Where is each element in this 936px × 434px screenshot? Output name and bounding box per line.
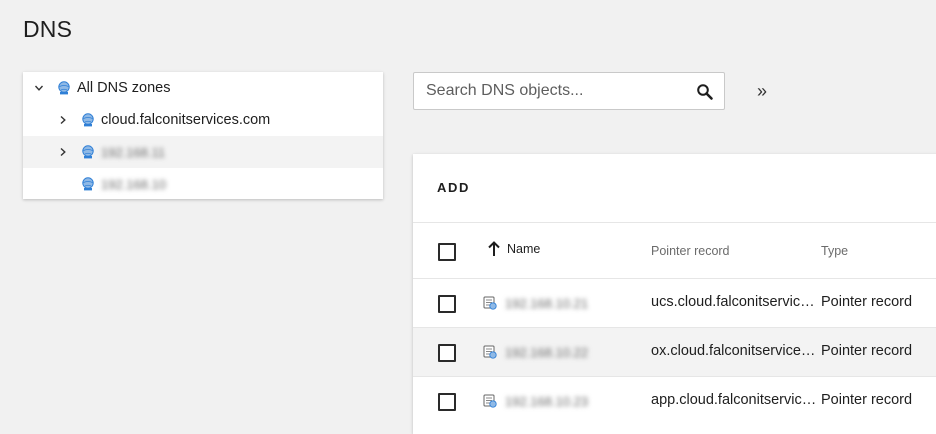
record-name: 192.168.10.21 (505, 296, 589, 311)
tree-item-reverse-zone-1[interactable]: 192.168.11 (23, 136, 383, 168)
search-box (413, 72, 725, 110)
column-header-type[interactable]: Type (821, 244, 848, 258)
expand-panel-button[interactable]: » (752, 80, 772, 102)
row-checkbox[interactable] (438, 295, 456, 313)
record-type: Pointer record (821, 392, 913, 408)
dns-zone-icon (82, 113, 94, 127)
search-icon[interactable] (696, 83, 714, 101)
column-header-pointer-record[interactable]: Pointer record (651, 244, 730, 258)
record-pointer: ox.cloud.falconitservices.com (651, 343, 819, 359)
dns-zone-tree: All DNS zones cloud.falconitservices.com… (23, 72, 383, 199)
pointer-record-icon (483, 345, 497, 359)
table-row[interactable]: 192.168.10.21 ucs.cloud.falconitservices… (413, 278, 936, 327)
record-name: 192.168.10.23 (505, 394, 589, 409)
chevron-right-icon[interactable] (58, 147, 68, 157)
record-name: 192.168.10.22 (505, 345, 589, 360)
chevron-right-icon[interactable] (58, 115, 68, 125)
record-type: Pointer record (821, 343, 913, 359)
dns-records-grid: ADD Name Pointer record Type 192.168.10.… (413, 154, 936, 434)
column-header-label: Name (507, 242, 541, 256)
sort-ascending-icon[interactable] (487, 241, 501, 257)
tree-item-reverse-zone-2[interactable]: 192.168.10 (23, 168, 383, 200)
tree-item-label: cloud.falconitservices.com (101, 112, 271, 128)
tree-item-label: All DNS zones (77, 80, 171, 96)
search-input[interactable] (426, 82, 686, 100)
select-all-checkbox[interactable] (438, 243, 456, 261)
pointer-record-icon (483, 296, 497, 310)
record-pointer: app.cloud.falconitservices.com (651, 392, 819, 408)
dns-zone-icon (82, 177, 94, 191)
dns-zone-icon (82, 145, 94, 159)
record-type: Pointer record (821, 294, 913, 310)
chevron-down-icon[interactable] (34, 83, 44, 93)
pointer-record-icon (483, 394, 497, 408)
table-row[interactable]: 192.168.10.23 app.cloud.falconitservices… (413, 376, 936, 425)
page-title: DNS (23, 16, 73, 42)
record-pointer: ucs.cloud.falconitservices.com (651, 294, 819, 310)
table-row[interactable]: 192.168.10.22 ox.cloud.falconitservices.… (413, 327, 936, 376)
tree-item-label: 192.168.10 (101, 176, 167, 192)
row-checkbox[interactable] (438, 393, 456, 411)
grid-header: Name Pointer record Type (413, 222, 936, 279)
dns-zone-icon (58, 81, 70, 95)
tree-item-cloud-zone[interactable]: cloud.falconitservices.com (23, 104, 383, 136)
row-checkbox[interactable] (438, 344, 456, 362)
add-button[interactable]: ADD (437, 180, 470, 195)
tree-item-all-dns-zones[interactable]: All DNS zones (23, 72, 383, 104)
tree-item-label: 192.168.11 (101, 144, 166, 160)
column-header-name[interactable]: Name (487, 241, 540, 257)
